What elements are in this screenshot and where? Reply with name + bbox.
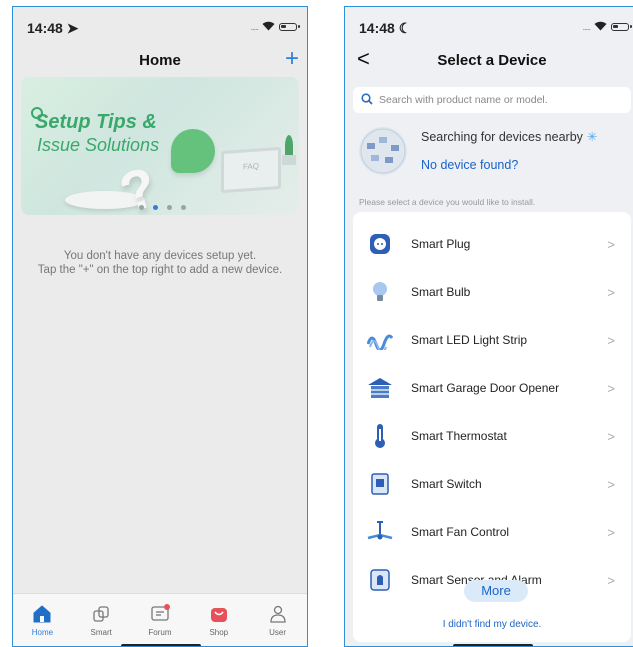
tab-user[interactable]: User: [248, 594, 307, 646]
tab-user-label: User: [269, 628, 287, 637]
home-icon: [32, 604, 52, 624]
tab-shop[interactable]: Shop: [189, 594, 248, 646]
chevron-right-icon: >: [607, 284, 615, 300]
searching-status: Searching for devices nearby ✳: [421, 129, 597, 144]
search-icon: [361, 92, 373, 108]
page-title: Select a Device: [437, 52, 547, 69]
faq-monitor-icon: FAQ: [221, 146, 281, 194]
chevron-right-icon: >: [607, 332, 615, 348]
page-title: Home: [139, 52, 181, 69]
forum-icon: [150, 604, 170, 624]
plant-icon: [285, 135, 293, 157]
device-item-fan-control[interactable]: Smart Fan Control >: [353, 508, 631, 556]
bulb-icon: [367, 279, 393, 305]
plant-pot-icon: [282, 155, 296, 165]
plug-icon: [367, 231, 393, 257]
tips-banner[interactable]: Setup Tips & Issue Solutions FAQ ?: [21, 77, 299, 215]
battery-icon: [611, 23, 632, 31]
tab-shop-label: Shop: [209, 628, 229, 637]
device-item-led-strip[interactable]: Smart LED Light Strip >: [353, 316, 631, 364]
device-label: Smart Thermostat: [411, 429, 507, 443]
device-item-thermostat[interactable]: Smart Thermostat >: [353, 412, 631, 460]
device-list: Smart Plug > Smart Bulb > Smart LED Ligh…: [353, 212, 631, 642]
thermometer-icon: [367, 423, 393, 449]
sensor-icon: [367, 567, 393, 593]
cubes-icon: [91, 604, 111, 624]
device-item-smart-switch[interactable]: Smart Switch >: [353, 460, 631, 508]
searching-text: Searching for devices nearby: [421, 130, 583, 144]
add-device-button[interactable]: +: [285, 47, 299, 71]
device-scan-illustration: [359, 127, 407, 175]
header: Home +: [13, 47, 307, 75]
switch-icon: [367, 471, 393, 497]
signal-icon: .....: [250, 22, 258, 32]
tab-forum-label: Forum: [148, 628, 172, 637]
search-bar[interactable]: [353, 87, 631, 113]
banner-page-dot[interactable]: [167, 205, 172, 210]
empty-state-line2: Tap the "+" on the top right to add a ne…: [37, 264, 283, 276]
status-bar: 14:48 ➤ .....: [13, 7, 307, 43]
fan-icon: [367, 519, 393, 545]
device-label: Smart Garage Door Opener: [411, 381, 560, 395]
home-screen: 14:48 ➤ ..... Home + Setup Tips & Issue …: [12, 6, 308, 647]
no-device-found-link[interactable]: No device found?: [421, 158, 518, 172]
wifi-icon: [594, 20, 607, 34]
chevron-right-icon: >: [607, 236, 615, 252]
banner-title-line2: Issue Solutions: [37, 135, 160, 155]
search-input[interactable]: [377, 93, 631, 107]
tab-smart-label: Smart: [90, 628, 112, 637]
header: < Select a Device: [345, 47, 633, 75]
select-device-hint: Please select a device you would like to…: [359, 197, 536, 207]
device-item-smart-plug[interactable]: Smart Plug >: [353, 220, 631, 268]
chevron-right-icon: >: [607, 572, 615, 588]
device-label: Smart Switch: [411, 477, 482, 491]
device-label: Smart Plug: [411, 237, 471, 251]
status-time: 14:48 ➤: [27, 20, 79, 36]
device-label: Smart Fan Control: [411, 525, 510, 539]
shop-bag-icon: [209, 604, 229, 624]
location-arrow-icon: ➤: [66, 20, 79, 36]
signal-icon: .....: [582, 22, 590, 32]
didnt-find-device-link[interactable]: I didn't find my device.: [345, 619, 633, 630]
more-button[interactable]: More: [464, 580, 528, 602]
battery-icon: [279, 23, 300, 31]
tab-home[interactable]: Home: [13, 594, 72, 646]
select-device-screen: 14:48 ☾ ..... < Select a Device Searchin…: [344, 6, 633, 647]
banner-page-dot[interactable]: [153, 205, 158, 210]
device-item-smart-bulb[interactable]: Smart Bulb >: [353, 268, 631, 316]
device-label: Smart LED Light Strip: [411, 333, 528, 347]
bottom-tab-bar: Home Smart Forum Shop User: [13, 593, 307, 646]
user-icon: [268, 604, 288, 624]
chat-bubble-icon: [171, 129, 215, 173]
status-time: 14:48 ☾: [359, 20, 412, 36]
device-label: Smart Bulb: [411, 285, 471, 299]
wifi-icon: [262, 20, 275, 34]
device-item-garage-door[interactable]: Smart Garage Door Opener >: [353, 364, 631, 412]
garage-icon: [367, 375, 393, 401]
chevron-right-icon: >: [607, 380, 615, 396]
tab-forum[interactable]: Forum: [131, 594, 190, 646]
loading-spinner-icon: ✳: [586, 130, 598, 144]
empty-state-message: You don't have any devices setup yet. Ta…: [13, 249, 307, 277]
led-strip-icon: [367, 327, 393, 353]
moon-icon: ☾: [398, 20, 412, 36]
tab-smart[interactable]: Smart: [72, 594, 131, 646]
status-bar: 14:48 ☾ .....: [345, 7, 633, 43]
chevron-right-icon: >: [607, 524, 615, 540]
tab-home-label: Home: [31, 628, 54, 637]
banner-page-dot[interactable]: [139, 205, 144, 210]
chevron-right-icon: >: [607, 476, 615, 492]
banner-title-line1: Setup Tips &: [35, 111, 157, 133]
empty-state-line1: You don't have any devices setup yet.: [63, 250, 257, 262]
banner-page-dot[interactable]: [181, 205, 186, 210]
chevron-right-icon: >: [607, 428, 615, 444]
